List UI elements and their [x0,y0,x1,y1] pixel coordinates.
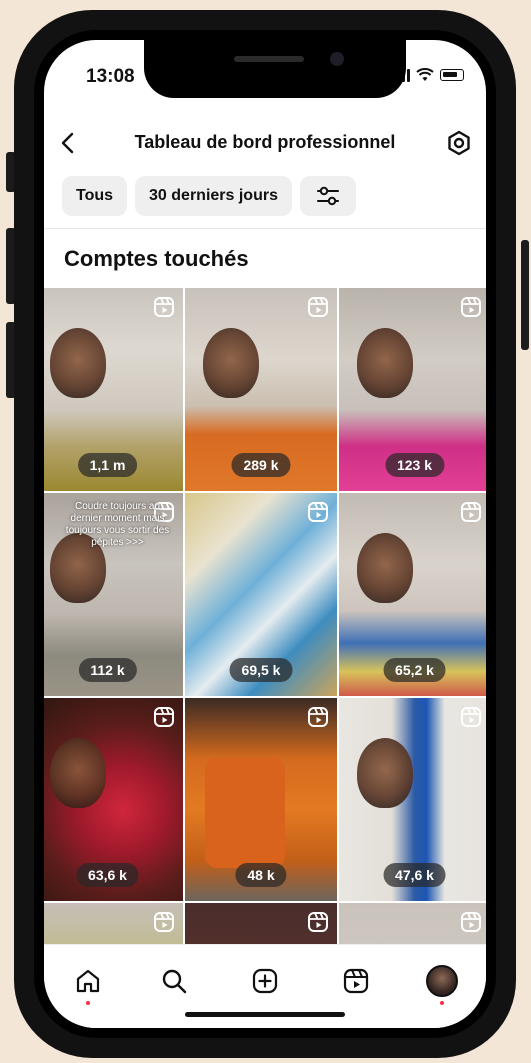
reel-icon [308,502,328,522]
photo-subject [203,328,259,398]
reel-icon [308,912,328,932]
reach-badge: 47,6 k [383,863,446,887]
reach-badge: 289 k [231,453,291,477]
filter-options-button[interactable] [299,176,356,216]
reels-icon [343,968,369,994]
posts-grid: 1,1 m 289 k 123 k Coudre toujours au dernie… [44,288,486,1028]
filter-bar: Tous 30 derniers jours [62,176,356,216]
post-tile[interactable]: 63,6 k [44,698,183,901]
filter-period-chip[interactable]: 30 derniers jours [135,176,292,216]
sliders-icon [316,186,339,206]
post-tile[interactable]: 1,1 m [44,288,183,491]
notch [144,40,406,98]
notification-dot [440,1001,444,1005]
nav-reels[interactable] [334,959,378,1003]
reel-icon [461,707,481,727]
post-tile[interactable]: 48 k [185,698,337,901]
phone-bezel: 13:08 Tableau de bord professionnel Tous… [34,30,496,1038]
reel-icon [461,502,481,522]
home-indicator [185,1012,345,1017]
settings-icon[interactable] [444,128,474,158]
reel-icon [154,297,174,317]
nav-home[interactable] [66,959,110,1005]
battery-icon [440,69,464,81]
reel-icon [154,707,174,727]
power-button [521,240,529,350]
front-camera [330,52,344,66]
post-tile[interactable]: 65,2 k [339,493,486,696]
header: Tableau de bord professionnel [44,122,486,166]
reach-badge: 112 k [78,658,137,682]
app-screen: 13:08 Tableau de bord professionnel Tous… [44,40,486,1028]
notification-dot [86,1001,90,1005]
home-icon [76,969,100,993]
page-background: 13:08 Tableau de bord professionnel Tous… [0,0,531,1063]
status-time: 13:08 [86,66,135,87]
reel-icon [461,912,481,932]
reel-icon [154,912,174,932]
post-caption-overlay: Coudre toujours au dernier moment mais t… [65,501,170,548]
post-tile[interactable]: Coudre toujours au dernier moment mais t… [44,493,183,696]
reach-badge: 65,2 k [383,658,446,682]
reach-badge: 1,1 m [77,453,138,477]
photo-subject [357,328,413,398]
post-tile[interactable]: 47,6 k [339,698,486,901]
reach-badge: 63,6 k [76,863,139,887]
reel-icon [461,297,481,317]
nav-create[interactable] [243,959,287,1003]
wifi-icon [416,68,434,81]
section-title: Comptes touchés [64,246,249,271]
photo-subject [50,328,106,398]
photo-subject [50,738,106,808]
filter-all-chip[interactable]: Tous [62,176,128,216]
post-tile[interactable]: 123 k [339,288,486,491]
nav-profile[interactable] [420,959,464,1005]
photo-subject [357,738,413,808]
reel-icon [308,297,328,317]
post-tile[interactable]: 289 k [185,288,337,491]
reach-badge: 69,5 k [229,658,293,682]
create-icon [252,968,278,994]
reel-icon [308,707,328,727]
post-tile[interactable]: 69,5 k [185,493,337,696]
profile-avatar [426,965,458,997]
nav-search[interactable] [152,959,196,1003]
bottom-nav [44,944,486,1028]
phone-frame: 13:08 Tableau de bord professionnel Tous… [14,10,516,1058]
page-title: Tableau de bord professionnel [134,132,396,152]
back-icon[interactable] [54,128,84,158]
divider [44,228,486,229]
reach-badge: 123 k [384,453,445,477]
search-icon [162,969,187,994]
photo-subject [205,758,285,868]
speaker [234,56,304,62]
reach-badge: 48 k [235,863,287,887]
photo-subject [357,533,413,603]
